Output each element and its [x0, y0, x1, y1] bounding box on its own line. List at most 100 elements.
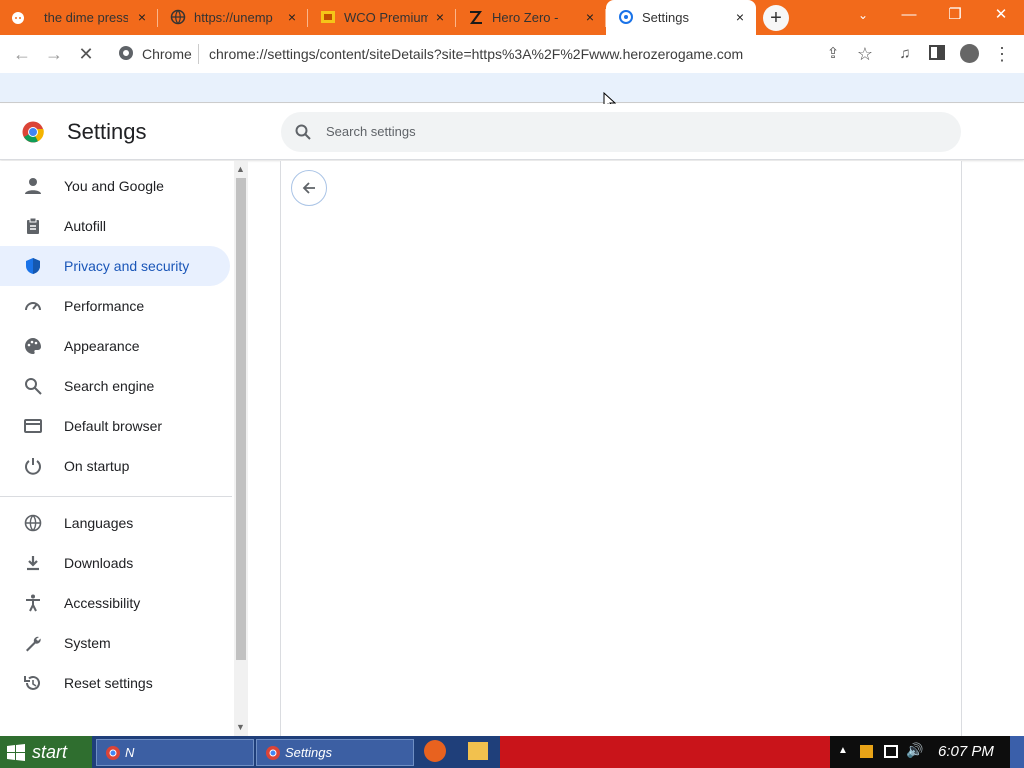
address-bar[interactable]: chrome://settings/content/siteDetails?si…: [209, 40, 809, 68]
media-control-icon[interactable]: ♫: [895, 44, 915, 64]
clipboard-icon: [27, 217, 39, 234]
speedometer-icon: [25, 302, 41, 311]
tab-search-icon[interactable]: ⌄: [840, 0, 886, 30]
sidebar-item-label: System: [64, 635, 111, 651]
bookmarks-bar: [0, 73, 1024, 103]
sidebar-item-you-and-google[interactable]: You and Google: [0, 166, 230, 206]
close-tab-icon[interactable]: ×: [732, 9, 748, 25]
search-icon: [25, 378, 42, 395]
profile-avatar-icon[interactable]: [960, 44, 979, 63]
close-tab-icon[interactable]: ×: [134, 9, 150, 25]
menu-kebab-icon[interactable]: ⋮: [992, 44, 1012, 64]
back-button[interactable]: [291, 170, 327, 206]
file-explorer-icon[interactable]: [468, 742, 488, 760]
search-placeholder: Search settings: [326, 124, 416, 139]
stop-loading-icon[interactable]: ✕: [76, 44, 96, 64]
tray-app-icon[interactable]: [860, 745, 873, 758]
task-label: N: [125, 745, 135, 760]
sidebar-item-label: Accessibility: [64, 595, 141, 611]
sidebar-item-default-browser[interactable]: Default browser: [0, 406, 230, 446]
taskbar-settings-window[interactable]: Settings: [256, 739, 414, 766]
tab-hero-zero[interactable]: Hero Zero - ×: [456, 0, 606, 35]
share-icon[interactable]: ⇪: [823, 44, 843, 64]
close-tab-icon[interactable]: ×: [582, 9, 598, 25]
arrow-left-icon: [302, 182, 315, 194]
sidebar-item-privacy-and-security[interactable]: Privacy and security: [0, 246, 230, 286]
tab-settings[interactable]: Settings ×: [606, 0, 756, 35]
search-settings-input[interactable]: Search settings: [281, 112, 961, 152]
sidebar-item-label: Languages: [64, 515, 134, 531]
palette-icon: [25, 338, 41, 354]
site-chip[interactable]: Chrome: [142, 46, 192, 62]
bookmark-star-icon[interactable]: ☆: [855, 44, 875, 64]
wco-icon: [321, 11, 335, 23]
restore-button[interactable]: ❐: [932, 0, 978, 30]
show-hidden-icons-icon[interactable]: ▲: [838, 745, 848, 756]
globe-icon: [24, 514, 42, 532]
hero-zero-icon: [470, 11, 482, 24]
search-icon: [295, 124, 311, 140]
page-title: Settings: [67, 119, 147, 144]
sidebar-item-label: Appearance: [64, 338, 140, 354]
sidebar-item-on-startup[interactable]: On startup: [0, 446, 230, 486]
start-label: start: [32, 742, 68, 762]
sidebar-item-label: You and Google: [64, 178, 164, 194]
tab-reddit[interactable]: the dime press ×: [0, 0, 158, 35]
accessibility-icon: [26, 594, 40, 612]
sidebar-item-system[interactable]: System: [0, 623, 230, 663]
taskbar-chrome-window[interactable]: N: [96, 739, 254, 766]
tab-label: Settings: [642, 10, 689, 25]
sidebar-item-accessibility[interactable]: Accessibility: [0, 583, 230, 623]
globe-icon: [170, 9, 186, 25]
sidebar-item-label: Downloads: [64, 555, 134, 571]
task-label: Settings: [285, 745, 332, 760]
chrome-icon: [106, 746, 120, 760]
tab-label: Hero Zero -: [492, 10, 559, 25]
clock[interactable]: 6:07 PM: [938, 743, 994, 760]
close-tab-icon[interactable]: ×: [284, 9, 300, 25]
sidebar-item-label: Search engine: [64, 378, 155, 394]
close-tab-icon[interactable]: ×: [432, 9, 448, 25]
sidebar-scrollbar-thumb[interactable]: [236, 178, 246, 660]
chrome-logo-icon: [22, 121, 44, 143]
scroll-up-icon[interactable]: ▲: [236, 164, 245, 174]
sidebar-item-downloads[interactable]: Downloads: [0, 543, 230, 583]
close-window-button[interactable]: ✕: [978, 0, 1024, 30]
tab-label: the dime press: [44, 10, 128, 25]
settings-icon: [619, 10, 633, 24]
sidebar-item-appearance[interactable]: Appearance: [0, 326, 230, 366]
firefox-icon[interactable]: [424, 740, 446, 762]
omnibox-divider: [198, 44, 199, 64]
scroll-down-icon[interactable]: ▼: [236, 722, 245, 732]
sidebar-item-performance[interactable]: Performance: [0, 286, 230, 326]
sidebar-item-label: On startup: [64, 458, 130, 474]
shield-icon: [26, 258, 40, 274]
back-icon[interactable]: ←: [12, 44, 32, 64]
sidebar-item-autofill[interactable]: Autofill: [0, 206, 230, 246]
person-icon: [25, 178, 41, 194]
sidebar-item-languages[interactable]: Languages: [0, 503, 230, 543]
tab-wco[interactable]: WCO Premium ×: [308, 0, 456, 35]
chrome-chip-icon: [118, 45, 134, 61]
sidebar-item-label: Privacy and security: [64, 258, 190, 274]
forward-icon[interactable]: →: [44, 44, 64, 64]
network-icon[interactable]: [884, 745, 898, 758]
side-panel-icon[interactable]: [929, 45, 945, 60]
tab-label: https://unemp: [194, 10, 273, 25]
new-tab-button[interactable]: +: [763, 5, 789, 31]
show-desktop-button[interactable]: [1010, 736, 1024, 768]
tab-label: WCO Premium: [344, 10, 428, 25]
start-button[interactable]: start: [0, 736, 92, 768]
settings-sidebar: You and Google Autofill Privacy and securi…: [0, 161, 234, 736]
tab-unemp[interactable]: https://unemp ×: [158, 0, 308, 35]
volume-icon[interactable]: 🔊: [906, 742, 923, 759]
wrench-icon: [26, 636, 41, 652]
taskbar-wallpaper-area: [500, 736, 830, 768]
sidebar-item-label: Performance: [64, 298, 145, 314]
minimize-button[interactable]: —: [886, 0, 932, 30]
sidebar-item-reset-settings[interactable]: Reset settings: [0, 663, 230, 703]
sidebar-item-label: Autofill: [64, 218, 107, 234]
sidebar-item-search-engine[interactable]: Search engine: [0, 366, 230, 406]
reset-icon: [24, 675, 40, 690]
browser-icon: [24, 419, 42, 433]
